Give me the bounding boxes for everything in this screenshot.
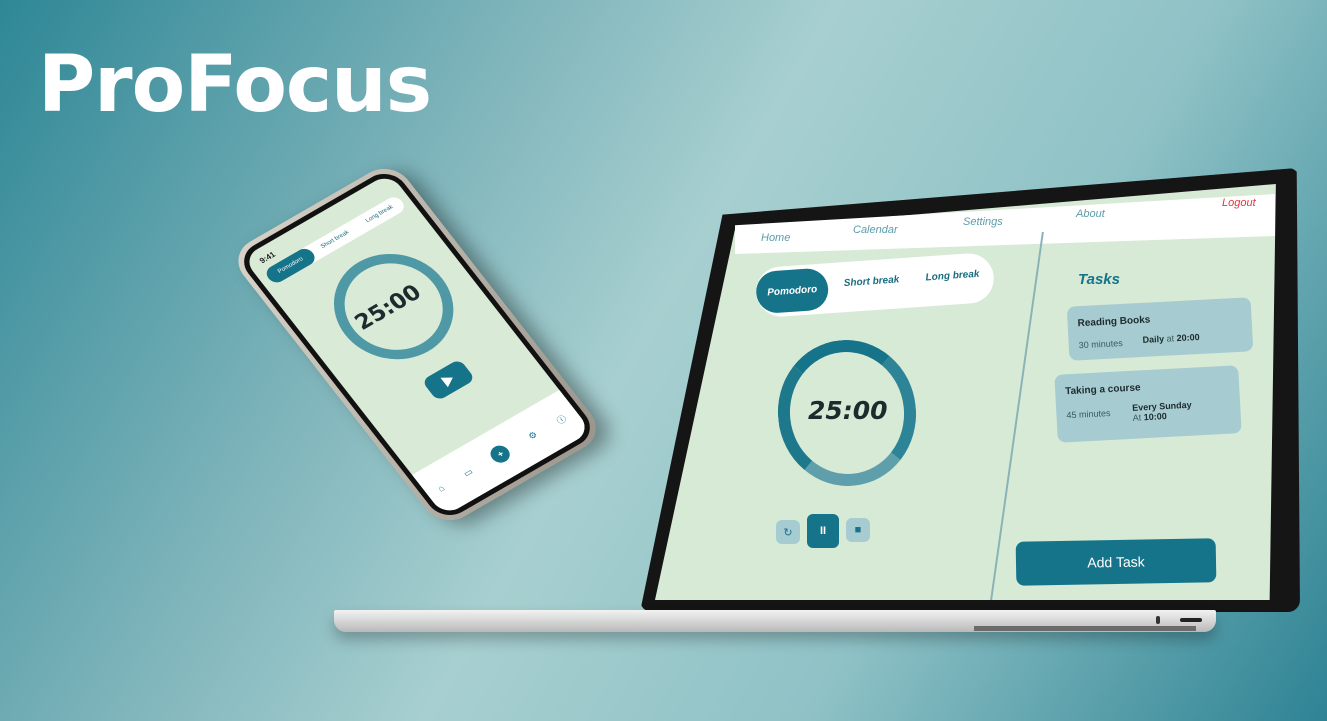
tab-short-break[interactable]: Short break [843, 274, 899, 289]
stop-icon: ■ [854, 524, 862, 536]
calendar-icon[interactable]: ▭ [461, 466, 475, 479]
add-task-button[interactable]: Add Task [1015, 538, 1217, 586]
phone-screen: 9:41 Pomodoro Short break Long break 25:… [234, 166, 600, 523]
task-name: Taking a course [1064, 382, 1141, 398]
phone-bottom-nav: ⌂ ▭ + ⚙ ⓘ [412, 389, 592, 517]
task-card[interactable]: Reading Books 30 minutes Daily at 20:00 [1066, 297, 1254, 361]
reset-icon: ↻ [783, 526, 793, 539]
nav-calendar[interactable]: Calendar [853, 224, 898, 236]
task-name: Reading Books [1077, 314, 1151, 330]
timer-display: 25:00 [808, 396, 888, 425]
tab-long-break[interactable]: Long break [925, 269, 980, 284]
pause-button[interactable]: II [807, 514, 839, 548]
phone-tab-long-break[interactable]: Long break [352, 194, 408, 234]
speaker-grill [974, 626, 1196, 631]
phone-status-time: 9:41 [257, 250, 278, 266]
settings-icon[interactable]: ⚙ [526, 429, 540, 442]
task-schedule: Daily at 20:00 [1142, 332, 1200, 345]
logout-link[interactable]: Logout [1222, 197, 1256, 209]
nav-about[interactable]: About [1076, 208, 1105, 220]
task-card[interactable]: Taking a course 45 minutes Every Sunday … [1054, 365, 1242, 443]
phone-tab-short-break[interactable]: Short break [307, 220, 363, 260]
tab-pomodoro[interactable]: Pomodoro [754, 267, 830, 315]
task-schedule-time: 20:00 [1176, 331, 1200, 344]
home-icon[interactable]: ⌂ [436, 483, 447, 494]
stop-button[interactable]: ■ [846, 518, 870, 542]
play-icon [440, 372, 457, 388]
nav-home[interactable]: Home [761, 232, 790, 244]
info-icon[interactable]: ⓘ [553, 412, 569, 427]
laptop-base [334, 610, 1216, 632]
phone-play-button[interactable] [421, 358, 476, 402]
indicator-led [1156, 616, 1160, 624]
task-schedule: Every Sunday At 10:00 [1132, 398, 1223, 423]
task-schedule-mid: at [1166, 333, 1175, 344]
pause-icon: II [819, 525, 827, 537]
brand-title: ProFocus [38, 40, 432, 130]
reset-button[interactable]: ↻ [776, 520, 800, 544]
usb-port [1180, 618, 1202, 622]
nav-settings[interactable]: Settings [963, 216, 1003, 228]
add-icon[interactable]: + [487, 442, 514, 466]
task-duration: 30 minutes [1078, 337, 1123, 351]
phone-frame: 9:41 Pomodoro Short break Long break 25:… [227, 159, 607, 530]
task-schedule-time: 10:00 [1143, 411, 1167, 423]
task-schedule-prefix: Daily [1142, 333, 1165, 345]
tasks-heading: Tasks [1078, 271, 1120, 288]
task-schedule-mid: At [1132, 412, 1142, 423]
phone-mockup: 9:41 Pomodoro Short break Long break 25:… [227, 159, 607, 530]
task-duration: 45 minutes [1066, 407, 1111, 421]
